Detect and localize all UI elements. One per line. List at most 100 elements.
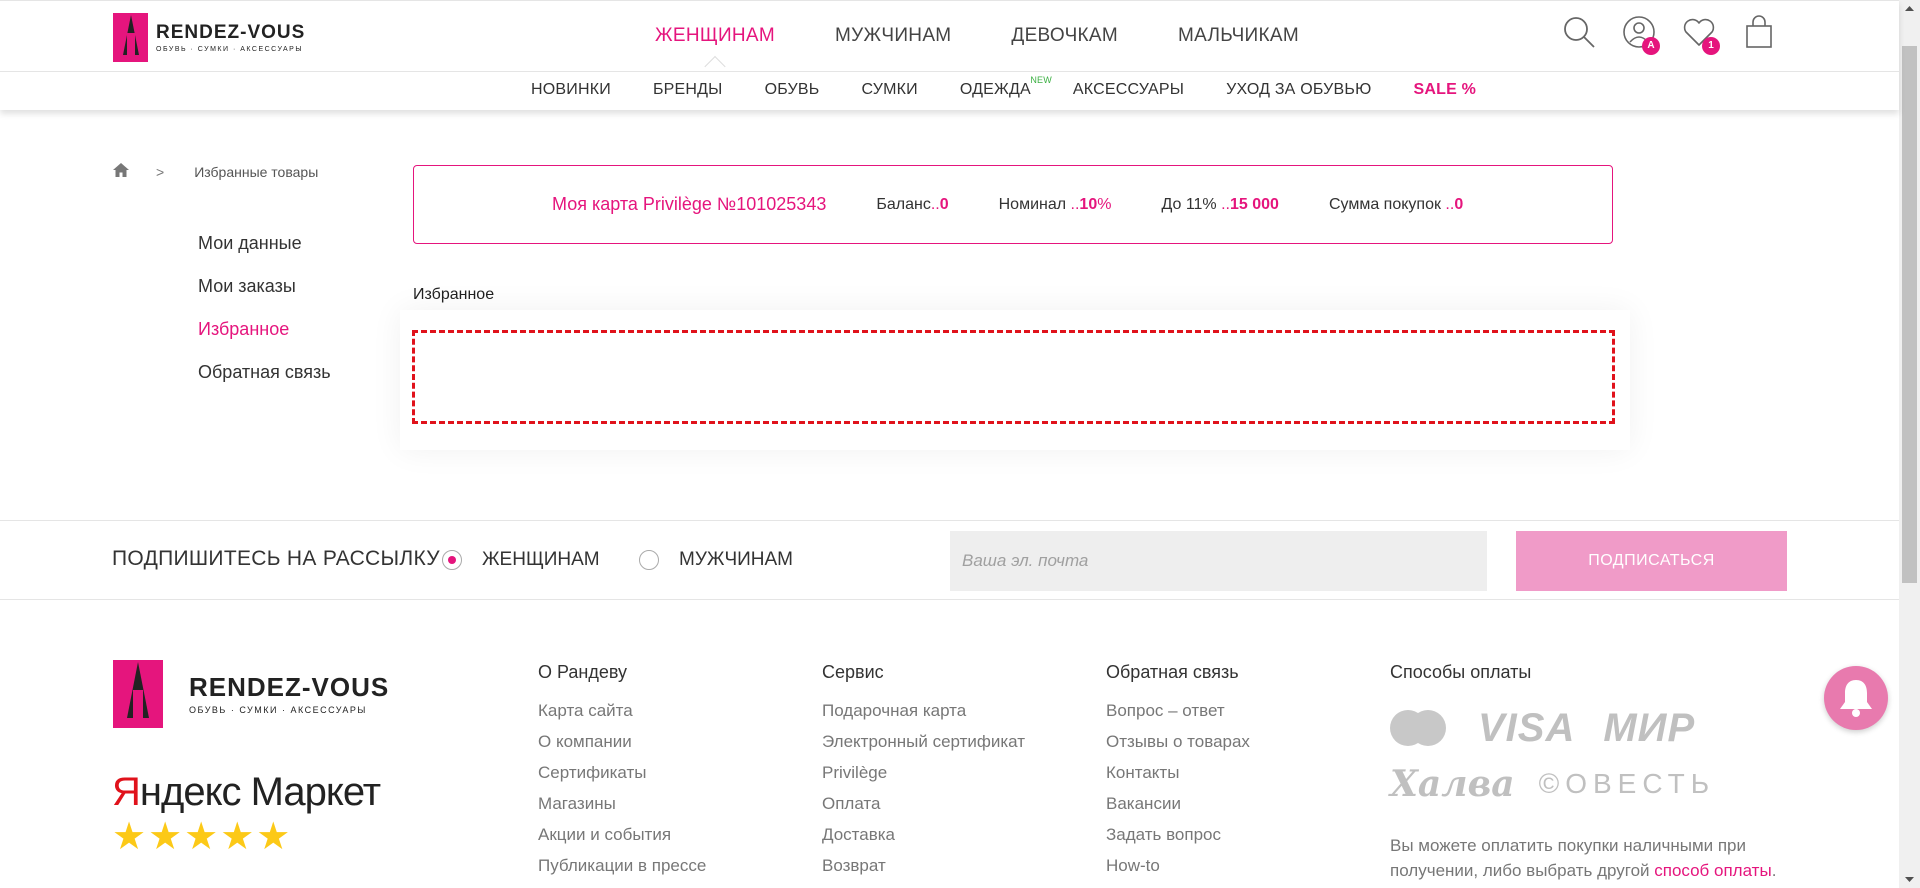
- footer-link[interactable]: Электронный сертификат: [822, 732, 1025, 753]
- card-purchases: Сумма покупок ..0: [1329, 196, 1463, 214]
- footer-link[interactable]: Сертификаты: [538, 763, 706, 784]
- upto-dots: ..: [1221, 195, 1230, 213]
- nav-girls[interactable]: ДЕВОЧКАМ: [981, 25, 1148, 47]
- footer-heading-service: Сервис: [822, 662, 884, 682]
- subscribe-button[interactable]: ПОДПИСАТЬСЯ: [1516, 531, 1787, 591]
- footer-link[interactable]: Доставка: [822, 825, 1025, 846]
- sovest-icon: ©ОВЕСТЬ: [1538, 768, 1716, 799]
- nav-men[interactable]: МУЖЧИНАМ: [805, 25, 981, 47]
- purchases-value: 0: [1454, 195, 1464, 213]
- nav-boys[interactable]: МАЛЬЧИКАМ: [1148, 25, 1329, 47]
- privilege-card-panel: Моя карта Privilège №101025343 Баланс..0…: [413, 165, 1613, 244]
- footer-link[interactable]: Вакансии: [1106, 794, 1250, 815]
- sidebar-item-my-data[interactable]: Мои данные: [198, 233, 331, 255]
- footer-link[interactable]: Контакты: [1106, 763, 1250, 784]
- account-icon[interactable]: A: [1622, 15, 1660, 55]
- radio-men-circle[interactable]: [639, 550, 659, 570]
- site-logo[interactable]: RENDEZ-VOUS ОБУВЬ · СУМКИ · АКСЕССУАРЫ: [113, 13, 305, 62]
- favorites-badge: 1: [1702, 37, 1720, 55]
- mastercard-icon: [1390, 710, 1446, 746]
- footer-link[interactable]: Подарочная карта: [822, 701, 1025, 722]
- card-nominal: Номинал ..10%: [999, 196, 1112, 214]
- sidebar-item-my-orders[interactable]: Мои заказы: [198, 276, 331, 298]
- payment-note-end: .: [1771, 861, 1777, 880]
- purchases-dots: ..: [1445, 195, 1455, 213]
- category-accessories[interactable]: АКСЕССУАРЫ: [1052, 81, 1205, 99]
- upto-label: До 11%: [1161, 195, 1217, 213]
- new-tag: NEW: [1030, 75, 1052, 85]
- footer-column-payment: Способы оплаты: [1390, 662, 1531, 701]
- payment-methods: VISA МИР Халва ©ОВЕСТЬ: [1390, 700, 1750, 812]
- footer-link[interactable]: Оплата: [822, 794, 1025, 815]
- main-nav: ЖЕНЩИНАМ МУЖЧИНАМ ДЕВОЧКАМ МАЛЬЧИКАМ: [625, 25, 1329, 47]
- balance-value: 0: [939, 195, 949, 213]
- notification-bell-button[interactable]: [1824, 666, 1888, 730]
- logo-name: RENDEZ-VOUS: [156, 21, 306, 43]
- footer-heading-feedback: Обратная связь: [1106, 662, 1239, 682]
- payment-methods-link[interactable]: способ оплаты: [1654, 861, 1771, 880]
- scroll-down-arrow-icon[interactable]: [1899, 871, 1920, 888]
- category-sale[interactable]: SALE %: [1392, 81, 1497, 99]
- search-icon[interactable]: [1562, 15, 1596, 49]
- category-clothing[interactable]: ОДЕЖДА NEW: [939, 75, 1052, 99]
- scrollbar-thumb[interactable]: [1902, 46, 1917, 583]
- footer-link[interactable]: О компании: [538, 732, 706, 753]
- radio-women-circle[interactable]: [442, 550, 462, 570]
- footer-link[interactable]: Возврат: [822, 856, 1025, 877]
- category-new[interactable]: НОВИНКИ: [510, 81, 632, 99]
- footer-link[interactable]: Privilège: [822, 763, 1025, 784]
- scroll-up-arrow-icon[interactable]: [1899, 0, 1920, 17]
- category-shoes[interactable]: ОБУВЬ: [744, 81, 841, 99]
- footer-link[interactable]: Магазины: [538, 794, 706, 815]
- account-sidebar: Мои данные Мои заказы Избранное Обратная…: [198, 233, 331, 405]
- radio-women-label: ЖЕНЩИНАМ: [482, 549, 600, 570]
- radio-men-label: МУЖЧИНАМ: [679, 549, 793, 570]
- category-clothing-label: ОДЕЖДА: [959, 81, 1031, 98]
- site-header: RENDEZ-VOUS ОБУВЬ · СУМКИ · АКСЕССУАРЫ Ж…: [0, 0, 1899, 110]
- footer-link[interactable]: Вопрос – ответ: [1106, 701, 1250, 722]
- mir-icon: МИР: [1603, 705, 1696, 750]
- nav-divider: [0, 71, 1899, 72]
- page-scrollbar[interactable]: [1899, 0, 1920, 888]
- eiffel-tower-logo-icon: [113, 13, 148, 62]
- footer-link[interactable]: Задать вопрос: [1106, 825, 1250, 846]
- nav-women[interactable]: ЖЕНЩИНАМ: [625, 25, 805, 47]
- category-bags[interactable]: СУМКИ: [840, 81, 938, 99]
- footer-logo[interactable]: RENDEZ-VOUS ОБУВЬ · СУМКИ · АКСЕССУАРЫ: [113, 660, 389, 728]
- sidebar-item-favorites[interactable]: Избранное: [198, 319, 331, 341]
- footer-link[interactable]: Карта сайта: [538, 701, 706, 722]
- nominal-label: Номинал: [998, 195, 1067, 213]
- favorites-heart-icon[interactable]: 1: [1682, 15, 1720, 55]
- sidebar-item-feedback[interactable]: Обратная связь: [198, 362, 331, 384]
- footer-eiffel-tower-logo-icon: [113, 660, 163, 728]
- radio-men[interactable]: МУЖЧИНАМ: [639, 549, 793, 571]
- card-title[interactable]: Моя карта Privilège №101025343: [552, 194, 826, 215]
- nominal-value: 10: [1079, 195, 1098, 213]
- cart-bag-icon[interactable]: [1742, 15, 1776, 49]
- card-upto: До 11% ..15 000: [1161, 196, 1278, 214]
- yandex-market-logo[interactable]: Яндекс Маркет: [112, 770, 381, 815]
- footer-column-about: О Рандеву Карта сайта О компании Сертифи…: [538, 662, 706, 887]
- balance-dots: ..: [930, 195, 940, 213]
- footer-column-feedback: Обратная связь Вопрос – ответ Отзывы о т…: [1106, 662, 1250, 887]
- newsletter-email-input[interactable]: [950, 531, 1487, 591]
- newsletter-bar: ПОДПИШИТЕСЬ НА РАССЫЛКУ ЖЕНЩИНАМ МУЖЧИНА…: [0, 520, 1899, 600]
- footer-heading-payment: Способы оплаты: [1390, 662, 1532, 682]
- balance-label: Баланс: [876, 195, 931, 213]
- yandex-market-word-a: ндекс: [139, 770, 242, 814]
- footer-logo-name: RENDEZ-VOUS: [189, 671, 390, 702]
- logo-subtitle: ОБУВЬ · СУМКИ · АКСЕССУАРЫ: [156, 45, 304, 53]
- favorites-empty-area: [412, 330, 1615, 424]
- favorites-title: Избранное: [413, 286, 495, 303]
- radio-women[interactable]: ЖЕНЩИНАМ: [442, 549, 600, 571]
- visa-icon: VISA: [1478, 705, 1576, 750]
- category-shoe-care[interactable]: УХОД ЗА ОБУВЬЮ: [1205, 81, 1392, 99]
- halva-icon: Халва: [1390, 763, 1515, 805]
- footer-link[interactable]: Акции и события: [538, 825, 706, 846]
- footer-link[interactable]: Отзывы о товарах: [1106, 732, 1250, 753]
- category-brands[interactable]: БРЕНДЫ: [632, 81, 744, 99]
- footer-link[interactable]: Публикации в прессе: [538, 856, 706, 877]
- bell-icon: [1840, 680, 1872, 717]
- footer-link[interactable]: How-to: [1106, 856, 1250, 877]
- home-icon[interactable]: [112, 162, 130, 181]
